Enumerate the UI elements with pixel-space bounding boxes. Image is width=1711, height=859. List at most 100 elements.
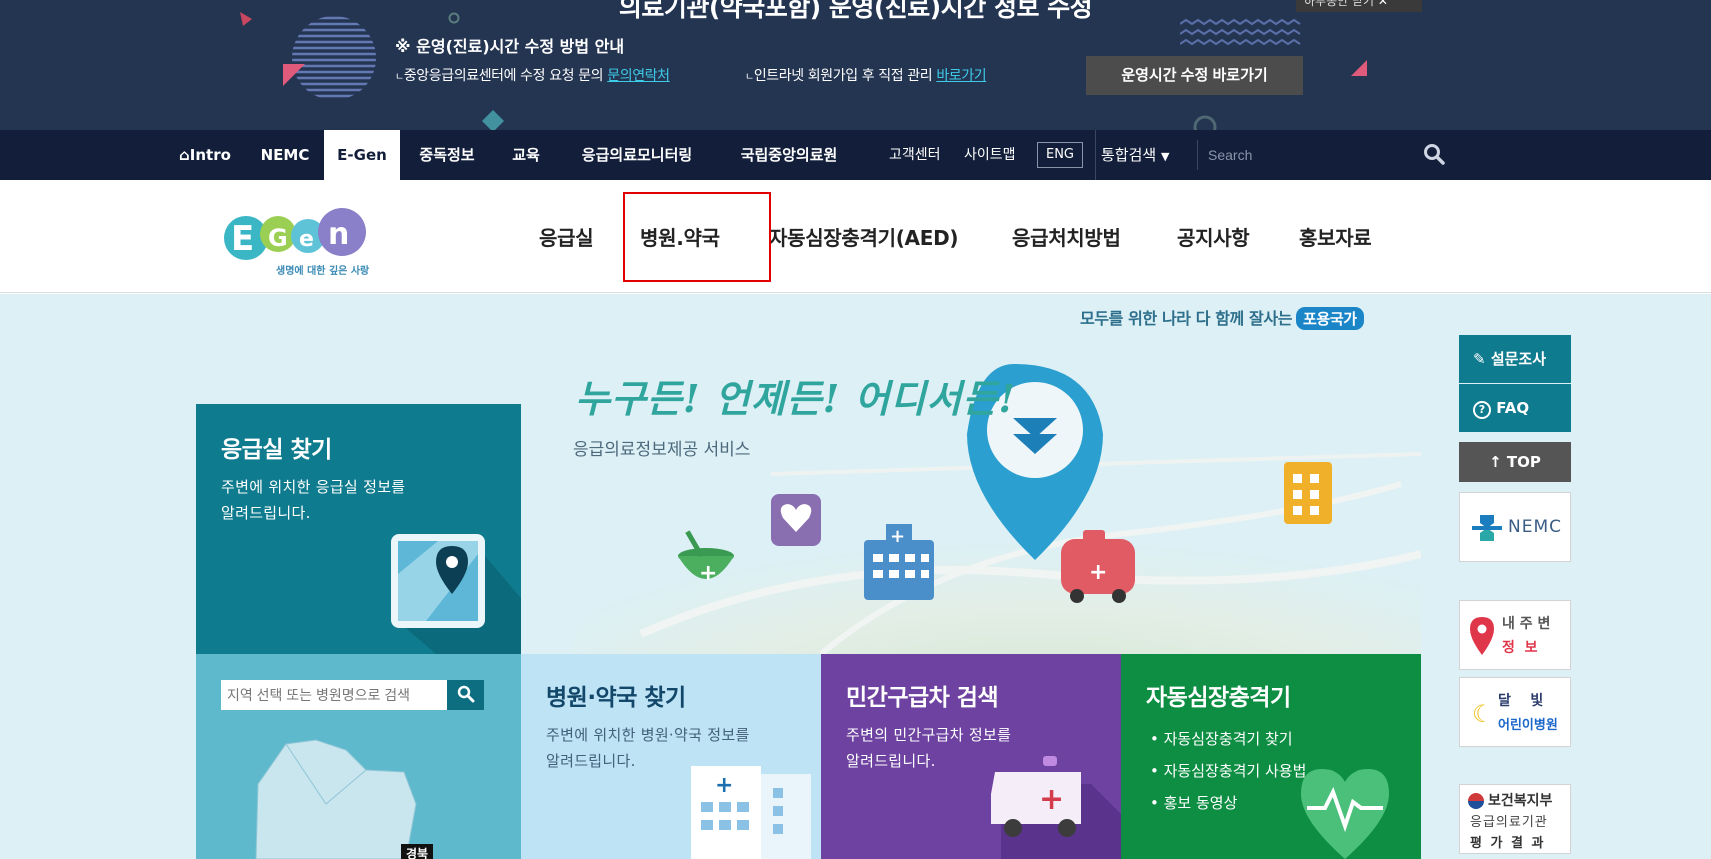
region-search-button[interactable] [447,680,484,710]
mohw-evaluation-banner[interactable]: 보건복지부 응급의료기관 평 가 결 과 [1459,784,1571,854]
svg-text:G: G [268,224,288,252]
ambulance-tile-desc-2: 알려드립니다. [846,752,936,770]
hero-subtitle: 응급의료정보제공 서비스 [573,440,751,460]
map-icon [391,534,521,654]
svg-text:+: + [1089,560,1107,585]
notice-banner: 의료기관(약국포함) 운영(진료)시간 정보 수정 ※ 운영(진료)시간 수정 … [0,0,1711,130]
moonlight-label-2: 어린이병원 [1498,718,1558,733]
nemc-logo-icon [1472,515,1502,541]
edit-hours-button[interactable]: 운영시간 수정 바로가기 [1086,56,1303,95]
slogan: 모두를 위한 나라 다 함께 잘사는 포용국가 [1080,305,1364,330]
nearby-label-1: 내 주 변 [1502,616,1551,632]
search-button[interactable] [1417,140,1451,170]
heart-pulse-icon [1301,769,1389,859]
survey-button[interactable]: ✎ 설문조사 [1459,335,1571,383]
hospital-tile-title: 병원·약국 찾기 [546,685,686,711]
menu-item-pr[interactable]: 홍보자료 [1299,222,1372,251]
hospital-tile-desc-1: 주변에 위치한 병원·약국 정보를 [546,726,750,744]
er-tile-desc-1: 주변에 위치한 응급실 정보를 [221,478,406,496]
highlight-box [623,192,771,282]
contact-link[interactable]: 문의연락처 [607,68,670,84]
egen-logo[interactable]: E G e n 생명에 대한 깊은 사랑 [220,200,390,280]
svg-text:+: + [699,561,717,586]
notice-title: 의료기관(약국포함) 운영(진료)시간 정보 수정 [618,0,1093,22]
intranet-link[interactable]: 바로가기 [936,68,986,84]
mohw-label-2: 응급의료기관 [1470,815,1548,830]
moon-icon: ☾ [1472,700,1494,728]
er-tile-desc-2: 알려드립니다. [221,504,311,522]
menu-item-aed[interactable]: 자동심장충격기(AED) [769,222,959,251]
gnb-item-intro[interactable]: ⌂Intro [170,130,240,180]
back-to-top-button[interactable]: ↑ TOP [1459,442,1571,482]
region-search-input[interactable] [221,680,447,710]
ring-decoration [1193,115,1217,130]
mohw-emblem-icon [1468,793,1484,809]
menu-item-first-aid[interactable]: 응급처치방법 [1012,222,1121,251]
nemc-label: NEMC [1508,517,1562,537]
gnb-item-nmc[interactable]: 국립중앙의료원 [726,130,852,180]
gnb-item-education[interactable]: 교육 [500,130,552,180]
moonlight-childrens-hospital-banner[interactable]: ☾ 달 빛 어린이병원 [1459,677,1571,747]
hero-title: 누구든! 언제든! 어디서든! [575,376,1017,421]
close-today-button[interactable]: 하루동안 닫기 ✕ [1296,0,1422,12]
gnb-item-monitoring[interactable]: 응급의료모니터링 [566,130,708,180]
striped-circle-decoration [292,16,376,98]
heart-broken-icon [771,494,821,546]
search-input[interactable] [1197,140,1407,170]
svg-text:n: n [328,217,349,252]
question-icon: ? [1473,401,1491,419]
svg-text:E: E [231,219,254,259]
notice-subtitle: ※ 운영(진료)시간 수정 방법 안내 [395,37,625,56]
map-region-label: 경북 [406,847,428,859]
logo-tagline: 생명에 대한 깊은 사랑 [276,266,370,277]
moonlight-label-1: 달 빛 [1498,693,1544,709]
search-icon [457,685,474,702]
hospital-pharmacy-tile[interactable]: 병원·약국 찾기 주변에 위치한 병원·약국 정보를 알려드립니다. + [521,654,821,859]
gnb-item-poison-info[interactable]: 중독정보 [408,130,486,180]
ambulance-icon: + [991,756,1121,859]
edit-icon: ✎ [1473,350,1486,368]
gnb-item-nemc[interactable]: NEMC [252,130,318,180]
building-icon [1284,462,1332,524]
ambulance-icon: + [1061,530,1135,603]
private-ambulance-tile[interactable]: 민간구급차 검색 주변의 민간구급차 정보를 알려드립니다. + [821,654,1121,859]
cross-decoration [482,110,504,130]
menu-item-notice[interactable]: 공지사항 [1177,222,1250,251]
location-pin-icon [1470,617,1494,655]
svg-text:+: + [1039,782,1064,817]
aed-tile[interactable]: 자동심장충격기 [1121,654,1421,859]
er-search-tile[interactable]: 응급실 찾기 주변에 위치한 응급실 정보를 알려드립니다. [196,404,521,654]
eng-button[interactable]: ENG [1037,142,1083,168]
aed-find-link[interactable]: • 자동심장충격기 찾기 [1150,728,1293,749]
ambulance-tile-title: 민간구급차 검색 [846,685,999,711]
gnb-item-egen[interactable]: E-Gen [324,130,400,180]
arrow-up-icon: ↑ [1489,453,1502,471]
search-icon [1424,143,1445,165]
triangle-decoration [283,64,305,86]
aed-tile-title: 자동심장충격기 [1146,685,1291,711]
hospital-building-icon: + [691,766,811,859]
nearby-label-2: 정 보 [1502,640,1538,656]
search-scope-select[interactable]: 통합검색 ▼ [1101,130,1169,180]
nemc-banner[interactable]: NEMC [1459,492,1571,562]
er-tile-title: 응급실 찾기 [221,437,332,463]
hospital-tile-desc-2: 알려드립니다. [546,752,636,770]
customer-center-link[interactable]: 고객센터 [889,130,941,180]
faq-button[interactable]: ? FAQ [1459,384,1571,432]
triangle-decoration [1351,60,1367,76]
sitemap-link[interactable]: 사이트맵 [964,130,1016,180]
ambulance-tile-desc-1: 주변의 민간구급차 정보를 [846,726,1012,744]
svg-text:e: e [299,227,314,252]
menu-item-er[interactable]: 응급실 [539,222,594,251]
notice-line-contact: ㄴ중앙응급의료센터에 수정 요청 문의 문의연락처 [395,68,670,84]
home-icon: ⌂ [179,146,190,164]
aed-usage-link[interactable]: • 자동심장충격기 사용법 [1150,760,1306,781]
aed-video-link[interactable]: • 홍보 동영상 [1150,792,1237,813]
notice-line-intranet: ㄴ인트라넷 회원가입 후 직접 관리 바로가기 [745,68,987,84]
svg-text:+: + [715,773,733,798]
slogan-badge: 포용국가 [1296,307,1364,330]
caret-down-icon: ▼ [1160,150,1170,163]
mohw-label-3: 평 가 결 과 [1470,836,1546,851]
close-icon: ✕ [1377,0,1388,8]
nearby-info-banner[interactable]: 내 주 변 정 보 [1459,600,1571,670]
